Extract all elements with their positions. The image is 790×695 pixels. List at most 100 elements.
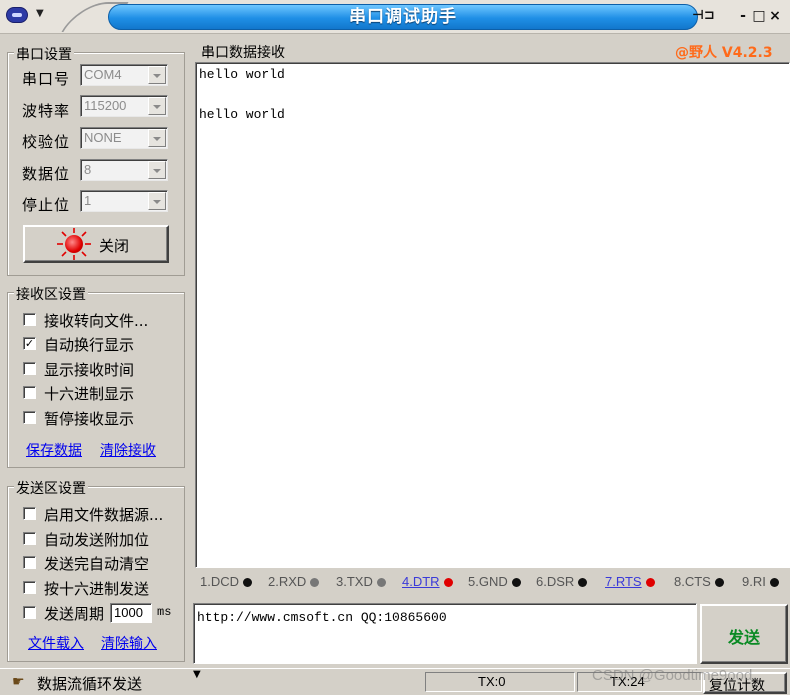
window-title: 串口调试助手 [108, 4, 698, 30]
stopbits-value: 1 [84, 193, 92, 208]
send-button-label: 发送 [727, 628, 760, 647]
close-window-button[interactable]: × [764, 5, 786, 27]
signal-dot-icon [714, 578, 724, 587]
version-label: @野人 V4.2.3 [675, 45, 773, 61]
close-port-label: 关闭 [99, 237, 130, 255]
baud-select[interactable]: 115200 [80, 95, 168, 117]
signal-dot-icon [645, 578, 655, 587]
databits-select[interactable]: 8 [80, 159, 168, 181]
signal-label: 9.RI [742, 574, 766, 589]
save-data-link[interactable]: 保存数据 [26, 440, 82, 460]
send-option-label: 自动发送附加位 [44, 531, 150, 549]
window-controls: ⊣⊐ - □ × [690, 5, 786, 29]
signal-label: 8.CTS [674, 574, 711, 589]
signal-label: 5.GND [468, 574, 508, 589]
signal-label[interactable]: 7.RTS [605, 574, 642, 589]
receive-textarea[interactable]: hello world hello world [195, 62, 790, 568]
receive-panel-legend: 串口数据接收 [201, 45, 285, 61]
pointing-hand-icon: ☛ [12, 674, 25, 690]
signal-status-bar: 1.DCD 2.RXD 3.TXD 4.DTR 5.GND 6.DSR 7.RT… [198, 572, 790, 594]
signal-dot-icon [511, 578, 521, 587]
recv-option-label: 十六进制显示 [44, 385, 135, 403]
received-line: hello world [199, 107, 285, 122]
checkbox[interactable] [23, 606, 36, 619]
checkbox[interactable] [23, 581, 36, 594]
app-icon [6, 7, 28, 23]
signal-dsr: 6.DSR [536, 574, 588, 589]
checkbox[interactable] [23, 386, 36, 399]
chevron-down-icon: ▼ [36, 8, 44, 19]
checkbox[interactable] [23, 313, 36, 326]
load-file-link[interactable]: 文件载入 [28, 633, 84, 653]
baud-value: 115200 [84, 98, 127, 113]
signal-dcd: 1.DCD [200, 574, 253, 589]
send-option-period[interactable]: 发送周期 1000 ms [23, 603, 198, 623]
signal-rxd: 2.RXD [268, 574, 320, 589]
chevron-down-icon[interactable] [148, 66, 166, 84]
received-line [199, 87, 786, 107]
close-port-button[interactable]: 关闭 [23, 225, 169, 263]
receive-settings-legend: 接收区设置 [14, 284, 88, 304]
signal-dtr[interactable]: 4.DTR [402, 574, 453, 589]
recv-option-label: 自动换行显示 [44, 336, 135, 354]
clear-input-link[interactable]: 清除输入 [101, 633, 157, 653]
pin-icon[interactable]: ⊣⊐ [692, 5, 715, 27]
databits-value: 8 [84, 162, 92, 177]
chevron-down-icon[interactable] [148, 192, 166, 210]
chevron-down-icon[interactable] [148, 161, 166, 179]
tx-counter: TX:0 [425, 672, 575, 692]
stopbits-select[interactable]: 1 [80, 190, 168, 212]
signal-label: 6.DSR [536, 574, 575, 589]
signal-dot-icon [443, 578, 453, 587]
checkbox[interactable] [23, 362, 36, 375]
port-status-led-icon [65, 235, 83, 253]
send-period-input[interactable]: 1000 [110, 603, 152, 623]
signal-label[interactable]: 4.DTR [402, 574, 440, 589]
signal-label: 2.RXD [268, 574, 307, 589]
parity-value: NONE [84, 130, 122, 145]
signal-rts[interactable]: 7.RTS [605, 574, 655, 589]
parity-select[interactable]: NONE [80, 127, 168, 149]
recv-option-label: 暂停接收显示 [44, 410, 135, 428]
send-button[interactable]: 发送 [700, 604, 788, 664]
port-value: COM4 [84, 67, 122, 82]
port-label: 串口号 [22, 70, 71, 88]
clear-receive-link[interactable]: 清除接收 [100, 440, 156, 460]
signal-label: 3.TXD [336, 574, 373, 589]
signal-txd: 3.TXD [336, 574, 386, 589]
signal-dot-icon [769, 578, 779, 587]
checkbox[interactable] [23, 556, 36, 569]
serial-settings-legend: 串口设置 [14, 44, 74, 64]
send-period-unit: ms [157, 605, 172, 619]
signal-dot-icon [310, 578, 320, 587]
databits-label: 数据位 [22, 165, 71, 183]
checkbox-checked[interactable]: ✓ [23, 337, 36, 350]
send-option-label: 按十六进制发送 [44, 580, 150, 598]
chevron-down-icon[interactable] [148, 129, 166, 147]
recv-option-label: 显示接收时间 [44, 361, 135, 379]
send-textarea[interactable]: http://www.cmsoft.cn QQ:10865600 [193, 603, 697, 664]
watermark: CSDN @Goodtime9ood [592, 667, 753, 684]
signal-ri: 9.RI [742, 574, 779, 589]
stopbits-label: 停止位 [22, 196, 71, 214]
send-option-label: 发送周期 [44, 605, 105, 623]
chevron-down-icon[interactable] [148, 97, 166, 115]
checkbox[interactable] [23, 532, 36, 545]
signal-label: 1.DCD [200, 574, 240, 589]
signal-dot-icon [578, 578, 588, 587]
checkbox[interactable] [23, 411, 36, 424]
system-menu[interactable]: ▼ [6, 6, 50, 26]
baud-label: 波特率 [22, 102, 71, 120]
send-option-label: 发送完自动清空 [44, 555, 150, 573]
title-bar: ▼ 串口调试助手 ⊣⊐ - □ × [0, 0, 790, 34]
checkbox[interactable] [23, 507, 36, 520]
signal-cts: 8.CTS [674, 574, 724, 589]
port-select[interactable]: COM4 [80, 64, 168, 86]
chevron-down-icon[interactable]: ▼ [193, 669, 201, 680]
signal-dot-icon [243, 578, 253, 587]
signal-gnd: 5.GND [468, 574, 521, 589]
received-line: hello world [199, 67, 285, 82]
send-settings-legend: 发送区设置 [14, 478, 88, 498]
send-option-label: 启用文件数据源... [44, 506, 164, 524]
loop-send-label[interactable]: 数据流循环发送 [37, 673, 142, 694]
